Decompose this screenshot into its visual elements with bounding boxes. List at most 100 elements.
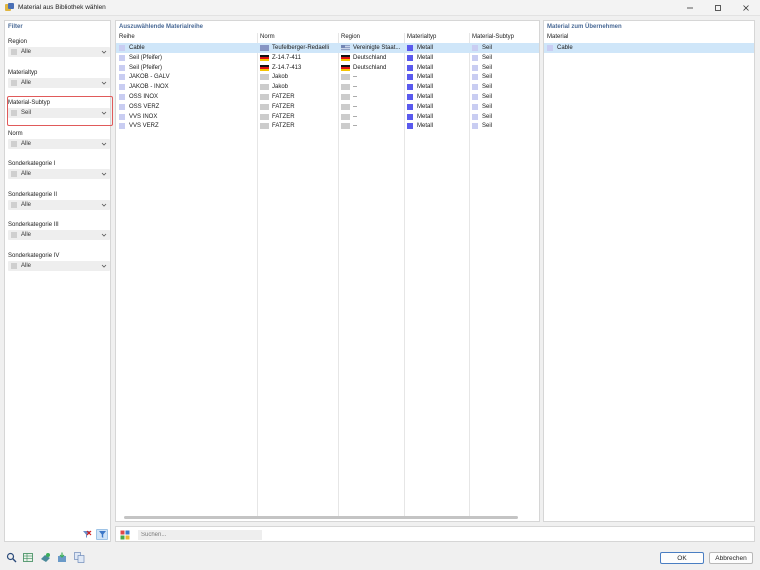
material-subtype-icon	[472, 123, 478, 130]
dropdown-value: Alle	[21, 79, 32, 86]
horizontal-scrollbar[interactable]	[124, 516, 518, 519]
filter-button[interactable]	[96, 529, 108, 540]
cell-subtyp-text: Seil	[482, 103, 493, 110]
minimize-button[interactable]	[676, 0, 704, 16]
cell-norm: FATZER	[260, 92, 338, 102]
table-row[interactable]: VVS VERZ FATZER -- Metall Seil	[116, 121, 539, 131]
table-row[interactable]: JAKOB - GALV Jakob -- Metall Seil	[116, 72, 539, 82]
cell-norm: FATZER	[260, 121, 338, 131]
column-header[interactable]: Region	[341, 34, 360, 40]
cell-subtyp-text: Seil	[482, 74, 493, 81]
placeholder-icon	[341, 123, 350, 130]
selected-panel: Material zum Übernehmen Material Cable	[543, 20, 755, 522]
chevron-down-icon	[101, 50, 107, 54]
window-title: Material aus Bibliothek wählen	[18, 4, 106, 11]
cell-materialtyp: Metall	[407, 92, 469, 102]
cell-region: --	[341, 102, 403, 112]
material-type-icon	[407, 113, 413, 120]
cell-norm: Teufelberger-Redaelli	[260, 43, 338, 53]
cell-norm-text: Jakob	[272, 84, 289, 91]
swatch-icon	[11, 232, 17, 238]
chevron-down-icon	[101, 233, 107, 237]
search-bar	[115, 526, 755, 542]
cell-reihe-text: Seil (Pfeifer)	[129, 54, 163, 61]
cell-norm-text: FATZER	[272, 113, 295, 120]
cell-region: Deutschland	[341, 63, 403, 73]
column-header[interactable]: Material-Subtyp	[472, 34, 514, 40]
cell-materialtyp: Metall	[407, 63, 469, 73]
filter-group: Sonderkategorie II Alle	[8, 191, 110, 210]
cell-norm-text: FATZER	[272, 103, 295, 110]
filter-dropdown[interactable]: Alle	[8, 260, 110, 271]
material-subtype-icon	[472, 54, 478, 61]
cell-region-text: --	[353, 113, 357, 120]
cell-subtyp: Seil	[472, 72, 536, 82]
manufacturer-logo-icon	[260, 45, 269, 51]
material-color-icon	[119, 64, 125, 71]
search-input[interactable]	[138, 530, 262, 540]
cell-subtyp-text: Seil	[482, 113, 493, 120]
cell-materialtyp: Metall	[407, 43, 469, 53]
column-header[interactable]: Materialtyp	[407, 34, 436, 40]
cell-norm: Z-14.7-411	[260, 53, 338, 63]
close-button[interactable]	[732, 0, 760, 16]
placeholder-icon	[341, 74, 350, 81]
table-row[interactable]: OSS INOX FATZER -- Metall Seil	[116, 92, 539, 102]
cell-reihe-text: OSS INOX	[129, 94, 159, 100]
placeholder-icon	[260, 84, 269, 91]
filter-panel: Filter Region Alle Materialtyp Alle Material…	[4, 20, 113, 542]
cell-materialtyp-text: Metall	[417, 64, 434, 71]
cell-subtyp-text: Seil	[482, 123, 493, 130]
column-header[interactable]: Reihe	[119, 34, 135, 40]
cell-materialtyp-text: Metall	[417, 103, 434, 110]
filter-dropdown[interactable]: Alle	[8, 77, 110, 88]
dropdown-value: Alle	[21, 232, 32, 238]
cell-materialtyp: Metall	[407, 53, 469, 63]
import-icon[interactable]	[57, 552, 68, 563]
material-color-icon	[119, 74, 125, 81]
filter-group: Materialtyp Alle	[8, 69, 110, 88]
ok-button[interactable]: OK	[660, 552, 704, 564]
material-color-icon	[119, 84, 125, 91]
search-options-button[interactable]	[120, 530, 130, 540]
add-material-icon[interactable]	[40, 552, 51, 563]
filter-label: Sonderkategorie IV	[8, 252, 60, 259]
clear-filter-icon	[83, 530, 92, 538]
filter-group: Sonderkategorie I Alle	[8, 160, 110, 179]
filter-dropdown[interactable]: Alle	[8, 230, 110, 240]
maximize-button[interactable]	[704, 0, 732, 16]
table-icon[interactable]	[23, 552, 34, 563]
swatch-icon	[11, 140, 17, 147]
maximize-icon	[715, 5, 721, 11]
search-icon[interactable]	[6, 552, 17, 563]
cell-norm-text: Jakob	[272, 74, 289, 81]
placeholder-icon	[260, 113, 269, 120]
filter-dropdown[interactable]: Alle	[8, 138, 110, 149]
table-row[interactable]: Seil (Pfeifer) Z-14.7-413 Deutschland Metal…	[116, 63, 539, 73]
material-type-icon	[407, 54, 413, 61]
table-row[interactable]: Cable Teufelberger-Redaelli Vereinigte Sta…	[116, 43, 539, 53]
table-row[interactable]: VVS INOX FATZER -- Metall Seil	[116, 112, 539, 122]
cancel-button[interactable]: Abbrechen	[709, 552, 753, 564]
cell-materialtyp-text: Metall	[417, 54, 434, 61]
clear-filter-button[interactable]	[81, 529, 93, 540]
table-row[interactable]: JAKOB - INOX Jakob -- Metall Seil	[116, 82, 539, 92]
table-row[interactable]: OSS VERZ FATZER -- Metall Seil	[116, 102, 539, 112]
info-icon[interactable]	[74, 552, 85, 563]
app-icon	[5, 3, 14, 12]
filter-dropdown[interactable]: Alle	[8, 47, 110, 57]
table-row[interactable]: Seil (Pfeifer) Z-14.7-411 Deutschland Metal…	[116, 53, 539, 63]
cell-reihe: JAKOB - INOX	[119, 82, 254, 92]
cell-subtyp: Seil	[472, 63, 536, 73]
cell-subtyp: Seil	[472, 112, 536, 122]
material-color-icon	[119, 94, 125, 100]
selected-material-row[interactable]: Cable	[544, 43, 754, 53]
swatch-icon	[11, 201, 17, 208]
material-type-icon	[407, 64, 413, 71]
placeholder-icon	[260, 74, 269, 81]
cell-region-text: --	[353, 94, 357, 100]
filter-dropdown[interactable]: Alle	[8, 199, 110, 210]
filter-dropdown[interactable]: Alle	[8, 169, 110, 179]
column-header[interactable]: Norm	[260, 34, 275, 40]
cell-region: --	[341, 82, 403, 92]
